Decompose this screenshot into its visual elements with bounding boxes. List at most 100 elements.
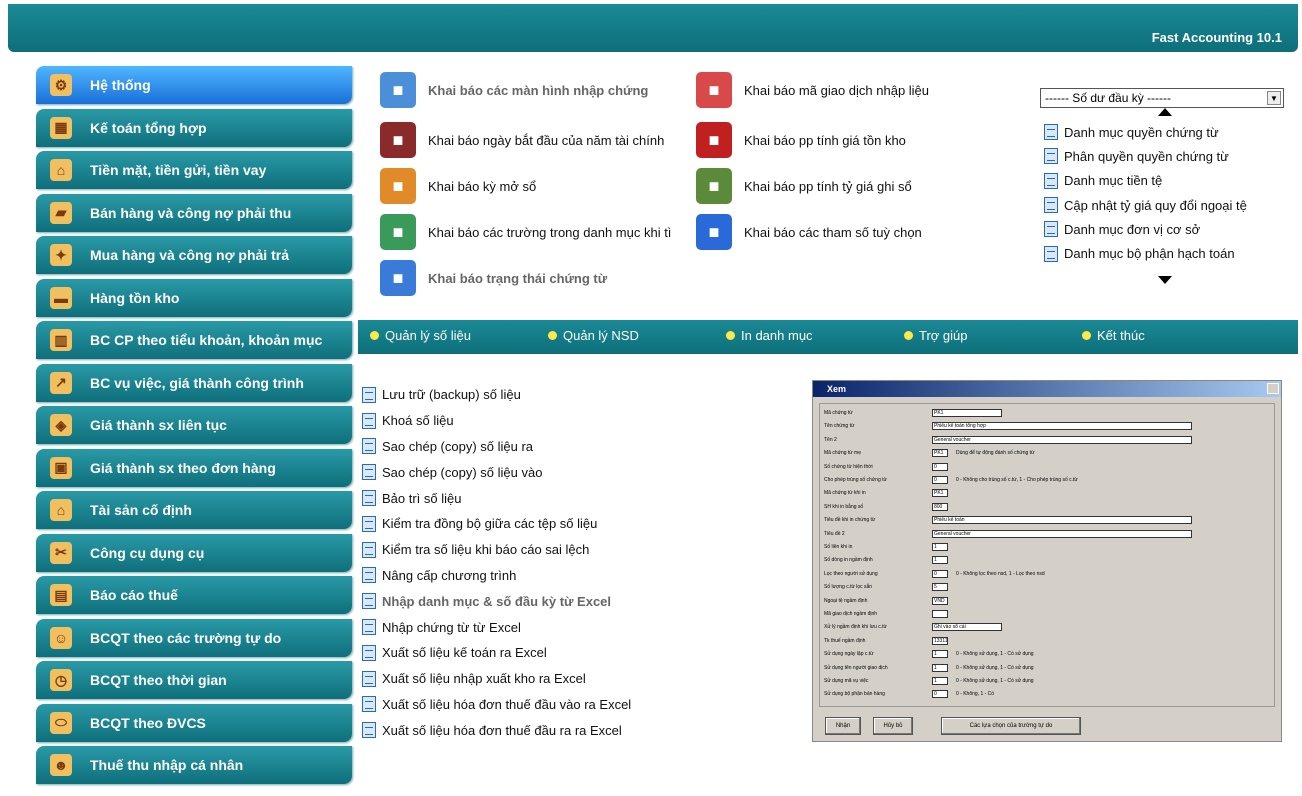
dialog-button[interactable]: Hủy bỏ xyxy=(873,717,913,735)
tab-item[interactable]: In danh mục xyxy=(726,328,813,343)
field-input[interactable]: PK1 xyxy=(932,489,948,498)
data-action-item[interactable]: Xuất số liệu hóa đơn thuế đầu ra ra Exce… xyxy=(362,717,631,743)
catalog-item[interactable]: Phân quyền quyền chứng từ xyxy=(1044,144,1284,168)
field-label: Số lượng c.từ lọc sẵn xyxy=(824,584,873,591)
catalog-list: Danh mục quyền chứng từ Phân quyền quyền … xyxy=(1044,120,1284,266)
function-item[interactable]: ■ Khai báo trạng thái chứng từ xyxy=(380,260,607,296)
field-input[interactable]: PK1 xyxy=(932,409,1002,417)
sidebar-item[interactable]: ◷ BCQT theo thời gian xyxy=(36,661,352,699)
data-action-item[interactable]: Sao chép (copy) số liệu ra xyxy=(362,434,631,460)
sidebar-item[interactable]: ▦ Kế toán tổng hợp xyxy=(36,108,352,147)
tab-item[interactable]: Quản lý NSD xyxy=(548,328,639,343)
field-input[interactable]: Phiếu kế toán tổng hợp xyxy=(932,422,1192,431)
data-action-label: Nâng cấp chương trình xyxy=(382,567,517,583)
field-input[interactable]: General voucher xyxy=(932,435,1192,444)
data-action-item[interactable]: Bảo trì số liệu xyxy=(362,485,631,511)
function-item[interactable]: ■ Khai báo kỳ mở sổ xyxy=(380,168,536,204)
document-icon xyxy=(362,515,376,532)
field-input[interactable]: Ghi vào sổ cái xyxy=(932,623,1002,632)
dialog-title: Xem xyxy=(827,384,847,394)
chevron-down-icon[interactable]: ▼ xyxy=(1267,91,1281,105)
field-input[interactable]: 800 xyxy=(932,502,948,511)
data-action-item[interactable]: Xuất số liệu kế toán ra Excel xyxy=(362,640,631,666)
field-input[interactable] xyxy=(932,610,948,618)
field-input[interactable]: PK1 xyxy=(932,449,948,458)
function-item[interactable]: ■ Khai báo các màn hình nhập chứng xyxy=(380,72,648,108)
catalog-item[interactable]: Danh mục đơn vị cơ sở xyxy=(1044,217,1284,241)
field-input[interactable]: 0 xyxy=(932,690,948,699)
sidebar-item[interactable]: ⌂ Tài sản cố định xyxy=(36,491,352,529)
data-action-item[interactable]: Khoá số liệu xyxy=(362,408,631,434)
field-input[interactable]: Phiếu kế toán xyxy=(932,516,1192,525)
data-action-item[interactable]: Nâng cấp chương trình xyxy=(362,563,631,589)
function-item[interactable]: ■ Khai báo ngày bắt đầu của năm tài chính xyxy=(380,122,664,158)
function-item[interactable]: ■ Khai báo các tham số tuỳ chọn xyxy=(696,214,922,250)
field-input[interactable]: VND xyxy=(932,596,948,605)
function-item[interactable]: ■ Khai báo pp tính tỷ giá ghi sổ xyxy=(696,168,912,204)
pill-icon: ⬭ xyxy=(50,711,72,734)
sidebar-item[interactable]: ▰ Bán hàng và công nợ phải thu xyxy=(36,193,352,232)
sidebar-item-label: Kế toán tổng hợp xyxy=(90,119,207,136)
tab-bar: Quản lý số liệu Quản lý NSD In danh mục Trợ… xyxy=(358,320,1298,354)
sidebar: ⚙ Hệ thống ▦ Kế toán tổng hợp ⌂ Tiền mặt, tiề… xyxy=(36,66,352,789)
sidebar-item[interactable]: ◈ Giá thành sx liên tục xyxy=(36,406,352,444)
field-input[interactable]: 1 xyxy=(932,556,948,565)
field-input[interactable]: 1 xyxy=(932,663,948,672)
field-input[interactable]: 1 xyxy=(932,543,948,551)
scroll-up-icon[interactable] xyxy=(1158,108,1172,116)
catalog-item[interactable]: Danh mục quyền chứng từ xyxy=(1044,120,1284,144)
field-input[interactable]: 0 xyxy=(932,569,948,578)
sidebar-item[interactable]: ↗ BC vụ việc, giá thành công trình xyxy=(36,363,352,402)
dialog-form: Mã chứng từ PK1 Tên chứng từ Phiếu kế toán … xyxy=(819,403,1275,707)
sidebar-item-label: Hệ thống xyxy=(90,77,151,93)
catalog-item[interactable]: Cập nhật tỷ giá quy đổi ngoại tệ xyxy=(1044,193,1284,217)
document-icon xyxy=(362,464,376,481)
sidebar-item[interactable]: ▥ BC CP theo tiểu khoản, khoản mục xyxy=(36,321,352,359)
field-input[interactable]: General voucher xyxy=(932,529,1192,538)
document-icon xyxy=(1044,221,1058,238)
sidebar-item-label: Tiền mặt, tiền gửi, tiền vay xyxy=(90,162,267,178)
data-action-item[interactable]: Xuất số liệu nhập xuất kho ra Excel xyxy=(362,666,631,692)
sidebar-item[interactable]: ▤ Báo cáo thuế xyxy=(36,576,352,614)
bullet-icon xyxy=(726,331,735,340)
opening-balance-dropdown[interactable]: ------ Số dư đầu kỳ ------ ▼ xyxy=(1040,88,1284,108)
dialog-button[interactable]: Các lựa chọn của trường tự do xyxy=(941,717,1081,735)
sidebar-item[interactable]: ✂ Công cụ dụng cụ xyxy=(36,533,352,572)
field-input[interactable]: 0 xyxy=(932,476,948,484)
sidebar-item[interactable]: ☺ BCQT theo các trường tự do xyxy=(36,618,352,657)
sidebar-item[interactable]: ⚙ Hệ thống xyxy=(36,66,352,104)
catalog-item[interactable]: Danh mục bộ phận hạch toán xyxy=(1044,241,1284,265)
bank-icon: ⌂ xyxy=(50,159,72,181)
data-action-item[interactable]: Kiểm tra đồng bộ giữa các tệp số liệu xyxy=(362,511,631,537)
close-icon[interactable] xyxy=(1267,383,1279,394)
function-item[interactable]: ■ Khai báo mã giao dịch nhập liệu xyxy=(696,72,929,108)
sidebar-item[interactable]: ⬭ BCQT theo ĐVCS xyxy=(36,703,352,742)
data-action-item[interactable]: Nhập danh mục & số đầu kỳ từ Excel xyxy=(362,588,631,614)
field-input[interactable]: 1 xyxy=(932,650,948,659)
dialog-button[interactable]: Nhận xyxy=(825,717,861,735)
data-action-item[interactable]: Xuất số liệu hóa đơn thuế đầu vào ra Exc… xyxy=(362,692,631,718)
field-input[interactable]: 5 xyxy=(932,583,948,592)
sidebar-item[interactable]: ✦ Mua hàng và công nợ phải trả xyxy=(36,236,352,274)
data-action-item[interactable]: Sao chép (copy) số liệu vào xyxy=(362,459,631,485)
sidebar-item[interactable]: ▣ Giá thành sx theo đơn hàng xyxy=(36,448,352,487)
tab-item[interactable]: Quản lý số liệu xyxy=(370,328,471,343)
sidebar-item[interactable]: ⌂ Tiền mặt, tiền gửi, tiền vay xyxy=(36,151,352,189)
data-action-item[interactable]: Nhập chứng từ từ Excel xyxy=(362,614,631,640)
field-input[interactable]: 0 xyxy=(932,462,948,471)
data-action-item[interactable]: Kiểm tra số liệu khi báo cáo sai lệch xyxy=(362,537,631,563)
tab-item[interactable]: Kết thúc xyxy=(1082,328,1145,343)
sidebar-item[interactable]: ▬ Hàng tồn kho xyxy=(36,278,352,317)
form-pen-icon: ■ xyxy=(696,72,732,108)
sidebar-item[interactable]: ☻ Thuế thu nhập cá nhân xyxy=(36,746,352,784)
tab-item[interactable]: Trợ giúp xyxy=(904,328,968,343)
data-action-label: Kiểm tra đồng bộ giữa các tệp số liệu xyxy=(382,516,598,532)
data-action-item[interactable]: Lưu trữ (backup) số liệu xyxy=(362,382,631,408)
function-item[interactable]: ■ Khai báo pp tính giá tồn kho xyxy=(696,122,906,158)
field-label: Mã chứng từ xyxy=(824,410,853,416)
catalog-item[interactable]: Danh mục tiền tệ xyxy=(1044,169,1284,193)
function-item[interactable]: ■ Khai báo các trường trong danh mục khi … xyxy=(380,214,671,250)
field-input[interactable]: 1 xyxy=(932,677,948,685)
field-input[interactable]: 13311 xyxy=(932,636,948,645)
scroll-down-icon[interactable] xyxy=(1158,276,1172,284)
